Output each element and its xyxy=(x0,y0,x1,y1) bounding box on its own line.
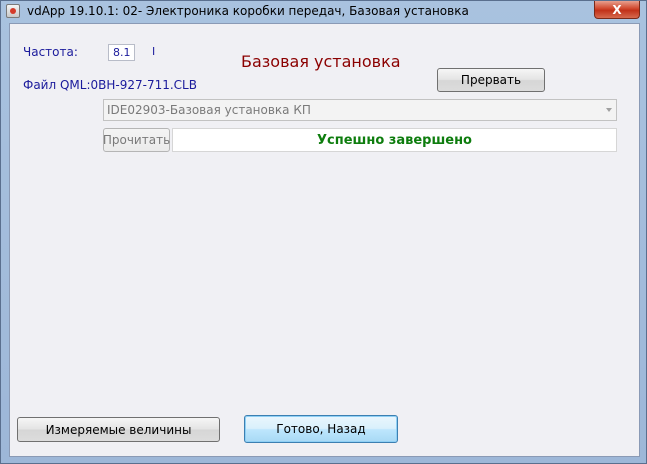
status-field: Успешно завершено xyxy=(172,128,617,152)
read-button[interactable]: Прочитать xyxy=(103,128,170,152)
title-bar[interactable]: vdApp 19.10.1: 02- Электроника коробки п… xyxy=(1,1,646,23)
done-back-button[interactable]: Готово, Назад xyxy=(244,415,398,443)
procedure-select-value: IDE02903-Базовая установка КП xyxy=(107,103,311,117)
app-icon xyxy=(6,4,20,18)
frequency-marker: I xyxy=(152,45,156,58)
frequency-value: 8.1 xyxy=(108,44,135,61)
window-title: vdApp 19.10.1: 02- Электроника коробки п… xyxy=(27,4,469,18)
page-title: Базовая установка xyxy=(241,52,401,71)
chevron-down-icon[interactable] xyxy=(606,108,612,112)
app-window: vdApp 19.10.1: 02- Электроника коробки п… xyxy=(0,0,647,464)
measured-values-button[interactable]: Измеряемые величины xyxy=(17,417,220,442)
status-text: Успешно завершено xyxy=(317,132,472,148)
abort-button[interactable]: Прервать xyxy=(437,68,545,92)
dialog-content: Частота: 8.1 I Базовая установка Файл QM… xyxy=(9,23,640,457)
close-button[interactable]: X xyxy=(594,1,640,19)
file-label: Файл QML:0BH-927-711.CLB xyxy=(23,78,197,92)
procedure-select[interactable]: IDE02903-Базовая установка КП xyxy=(103,99,617,121)
frequency-label: Частота: xyxy=(23,45,78,59)
close-icon: X xyxy=(612,2,622,17)
